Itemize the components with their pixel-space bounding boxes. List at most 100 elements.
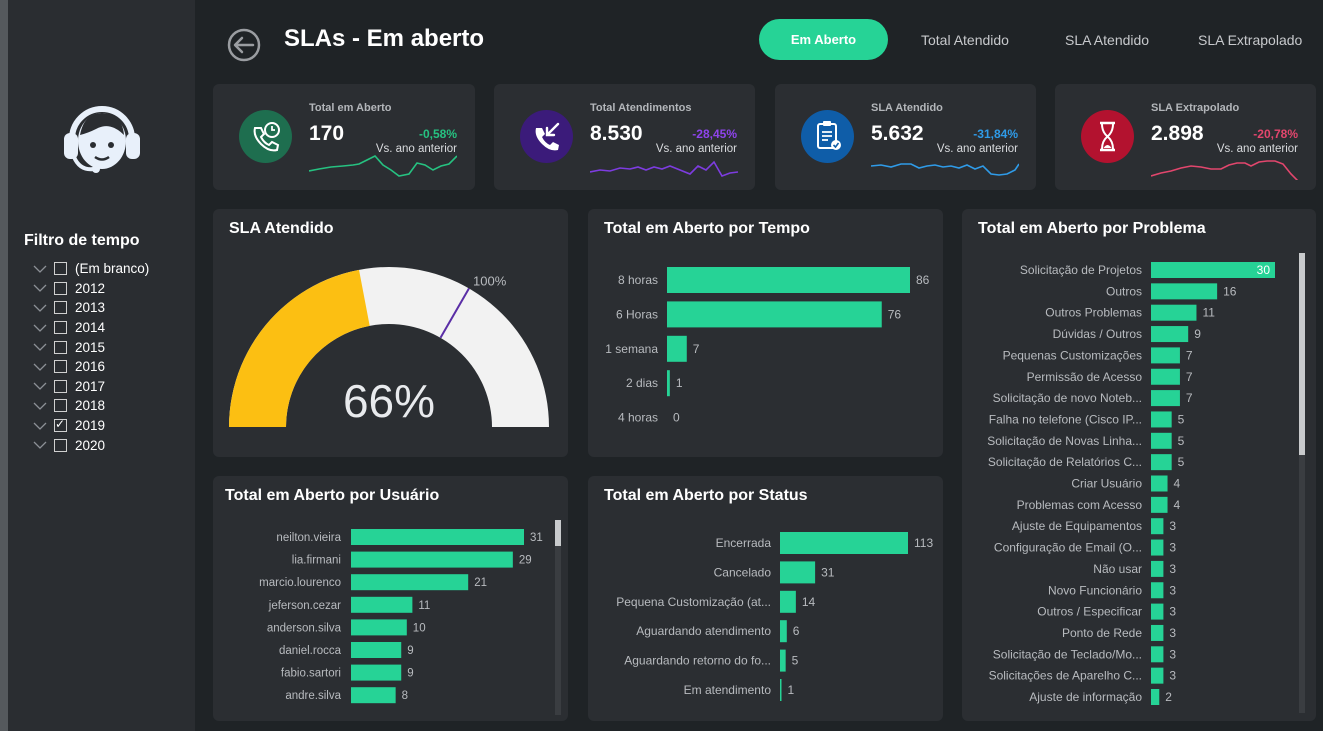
- bar[interactable]: [1151, 454, 1172, 471]
- filter-option[interactable]: 2014: [32, 318, 149, 338]
- bar[interactable]: [667, 301, 882, 328]
- chevron-down-icon[interactable]: [32, 401, 48, 411]
- tab-sla-atendido[interactable]: SLA Atendido: [1065, 32, 1149, 48]
- category-label: Ajuste de informação: [1029, 690, 1142, 704]
- bar[interactable]: [780, 679, 782, 701]
- chevron-down-icon[interactable]: [32, 303, 48, 313]
- bar[interactable]: [1151, 496, 1168, 513]
- bar[interactable]: [1151, 326, 1189, 343]
- data-label: 3: [1169, 562, 1176, 576]
- filter-checkbox[interactable]: [54, 340, 67, 354]
- data-label: 11: [418, 600, 430, 612]
- sidebar: Filtro de tempo (Em branco) 2012 2013 2014 2…: [8, 0, 195, 731]
- bar[interactable]: [1151, 347, 1180, 364]
- chevron-down-icon[interactable]: [32, 421, 48, 431]
- bar[interactable]: [1151, 560, 1164, 577]
- bar[interactable]: [780, 561, 816, 584]
- bar[interactable]: [1151, 582, 1164, 599]
- filter-option[interactable]: 2018: [32, 396, 149, 416]
- filter-checkbox[interactable]: [54, 379, 67, 393]
- chevron-down-icon[interactable]: [32, 381, 48, 391]
- filter-option[interactable]: 2019: [32, 416, 149, 436]
- gauge-card: SLA Atendido 100% 66%: [213, 209, 568, 457]
- data-label: 9: [1194, 327, 1201, 341]
- scrollbar-thumb[interactable]: [555, 520, 561, 546]
- filter-checkbox[interactable]: [54, 281, 67, 295]
- tab-em-aberto[interactable]: Em Aberto: [759, 19, 888, 60]
- filter-checkbox[interactable]: [54, 399, 67, 413]
- bar[interactable]: [1151, 646, 1164, 663]
- filter-option[interactable]: 2020: [32, 435, 149, 455]
- kpi-value: 170: [309, 122, 345, 145]
- bar[interactable]: [667, 370, 670, 397]
- time-filter-list: (Em branco) 2012 2013 2014 2015 2016 2017 2018 2…: [32, 259, 149, 455]
- category-label: Pequena Customização (at...: [616, 595, 771, 609]
- filter-checkbox[interactable]: [54, 417, 67, 433]
- category-label: Solicitação de novo Noteb...: [993, 391, 1142, 405]
- phone-clock-icon: [239, 110, 292, 163]
- bar[interactable]: [1151, 667, 1164, 684]
- bar[interactable]: [351, 642, 402, 658]
- filter-checkbox[interactable]: [54, 301, 67, 315]
- bar[interactable]: [351, 574, 469, 591]
- bar[interactable]: [351, 551, 513, 568]
- bar[interactable]: [1151, 689, 1160, 705]
- bar[interactable]: [351, 529, 524, 545]
- chevron-down-icon[interactable]: [32, 342, 48, 352]
- chevron-down-icon[interactable]: [32, 323, 48, 333]
- chevron-down-icon[interactable]: [32, 362, 48, 372]
- filter-option[interactable]: 2016: [32, 357, 149, 377]
- data-label: 3: [1169, 626, 1176, 640]
- filter-option[interactable]: 2012: [32, 279, 149, 299]
- bar[interactable]: [351, 687, 396, 704]
- scrollbar-thumb[interactable]: [1299, 253, 1305, 455]
- bar[interactable]: [351, 664, 402, 681]
- category-label: andre.silva: [285, 690, 341, 702]
- kpi-card-sla-extrapolado: SLA Extrapolado 2.898 -20,78% Vs. ano an…: [1055, 84, 1316, 190]
- bar[interactable]: [1151, 624, 1164, 641]
- tab-total-atendido[interactable]: Total Atendido: [921, 32, 1009, 48]
- bar[interactable]: [1151, 518, 1164, 535]
- bar[interactable]: [1151, 475, 1168, 492]
- bar[interactable]: [1151, 390, 1180, 407]
- bar[interactable]: [667, 267, 910, 293]
- page-title: SLAs - Em aberto: [284, 25, 485, 52]
- bar[interactable]: [351, 596, 413, 613]
- category-label: marcio.lourenco: [259, 577, 341, 589]
- bar[interactable]: [1151, 368, 1180, 385]
- bar[interactable]: [667, 335, 687, 362]
- bar[interactable]: [1151, 432, 1172, 449]
- category-label: Dúvidas / Outros: [1053, 327, 1142, 341]
- filter-checkbox[interactable]: [54, 438, 67, 452]
- bar[interactable]: [780, 590, 796, 613]
- data-label: 9: [407, 668, 413, 680]
- filter-option[interactable]: 2017: [32, 377, 149, 397]
- bar[interactable]: [1151, 539, 1164, 556]
- filter-checkbox[interactable]: [54, 262, 67, 276]
- bar[interactable]: [1151, 411, 1172, 428]
- tab-sla-extrapolado[interactable]: SLA Extrapolado: [1198, 32, 1302, 48]
- bar[interactable]: [780, 532, 908, 554]
- bar[interactable]: [780, 620, 787, 643]
- bar[interactable]: [1151, 283, 1218, 300]
- back-arrow-icon[interactable]: [227, 28, 261, 62]
- chevron-down-icon[interactable]: [32, 264, 48, 274]
- category-label: Outros Problemas: [1045, 306, 1142, 320]
- bar[interactable]: [351, 619, 407, 636]
- chevron-down-icon[interactable]: [32, 283, 48, 293]
- bar[interactable]: [780, 649, 786, 672]
- filter-option-label: 2020: [75, 437, 106, 453]
- category-label: Criar Usuário: [1071, 477, 1142, 491]
- chevron-down-icon[interactable]: [32, 440, 48, 450]
- category-label: neilton.vieira: [276, 532, 341, 544]
- filter-option[interactable]: 2013: [32, 298, 149, 318]
- filter-checkbox[interactable]: [54, 360, 67, 374]
- bar[interactable]: [1151, 603, 1164, 620]
- clipboard-check-icon: [801, 110, 854, 163]
- filter-option[interactable]: (Em branco): [32, 259, 149, 279]
- filter-checkbox[interactable]: [54, 321, 67, 335]
- scrollbar-track[interactable]: [555, 520, 561, 715]
- tempo-chart-card: Total em Aberto por Tempo 8 horas 86 6 Hor…: [588, 209, 943, 457]
- bar[interactable]: [1151, 304, 1197, 321]
- filter-option[interactable]: 2015: [32, 337, 149, 357]
